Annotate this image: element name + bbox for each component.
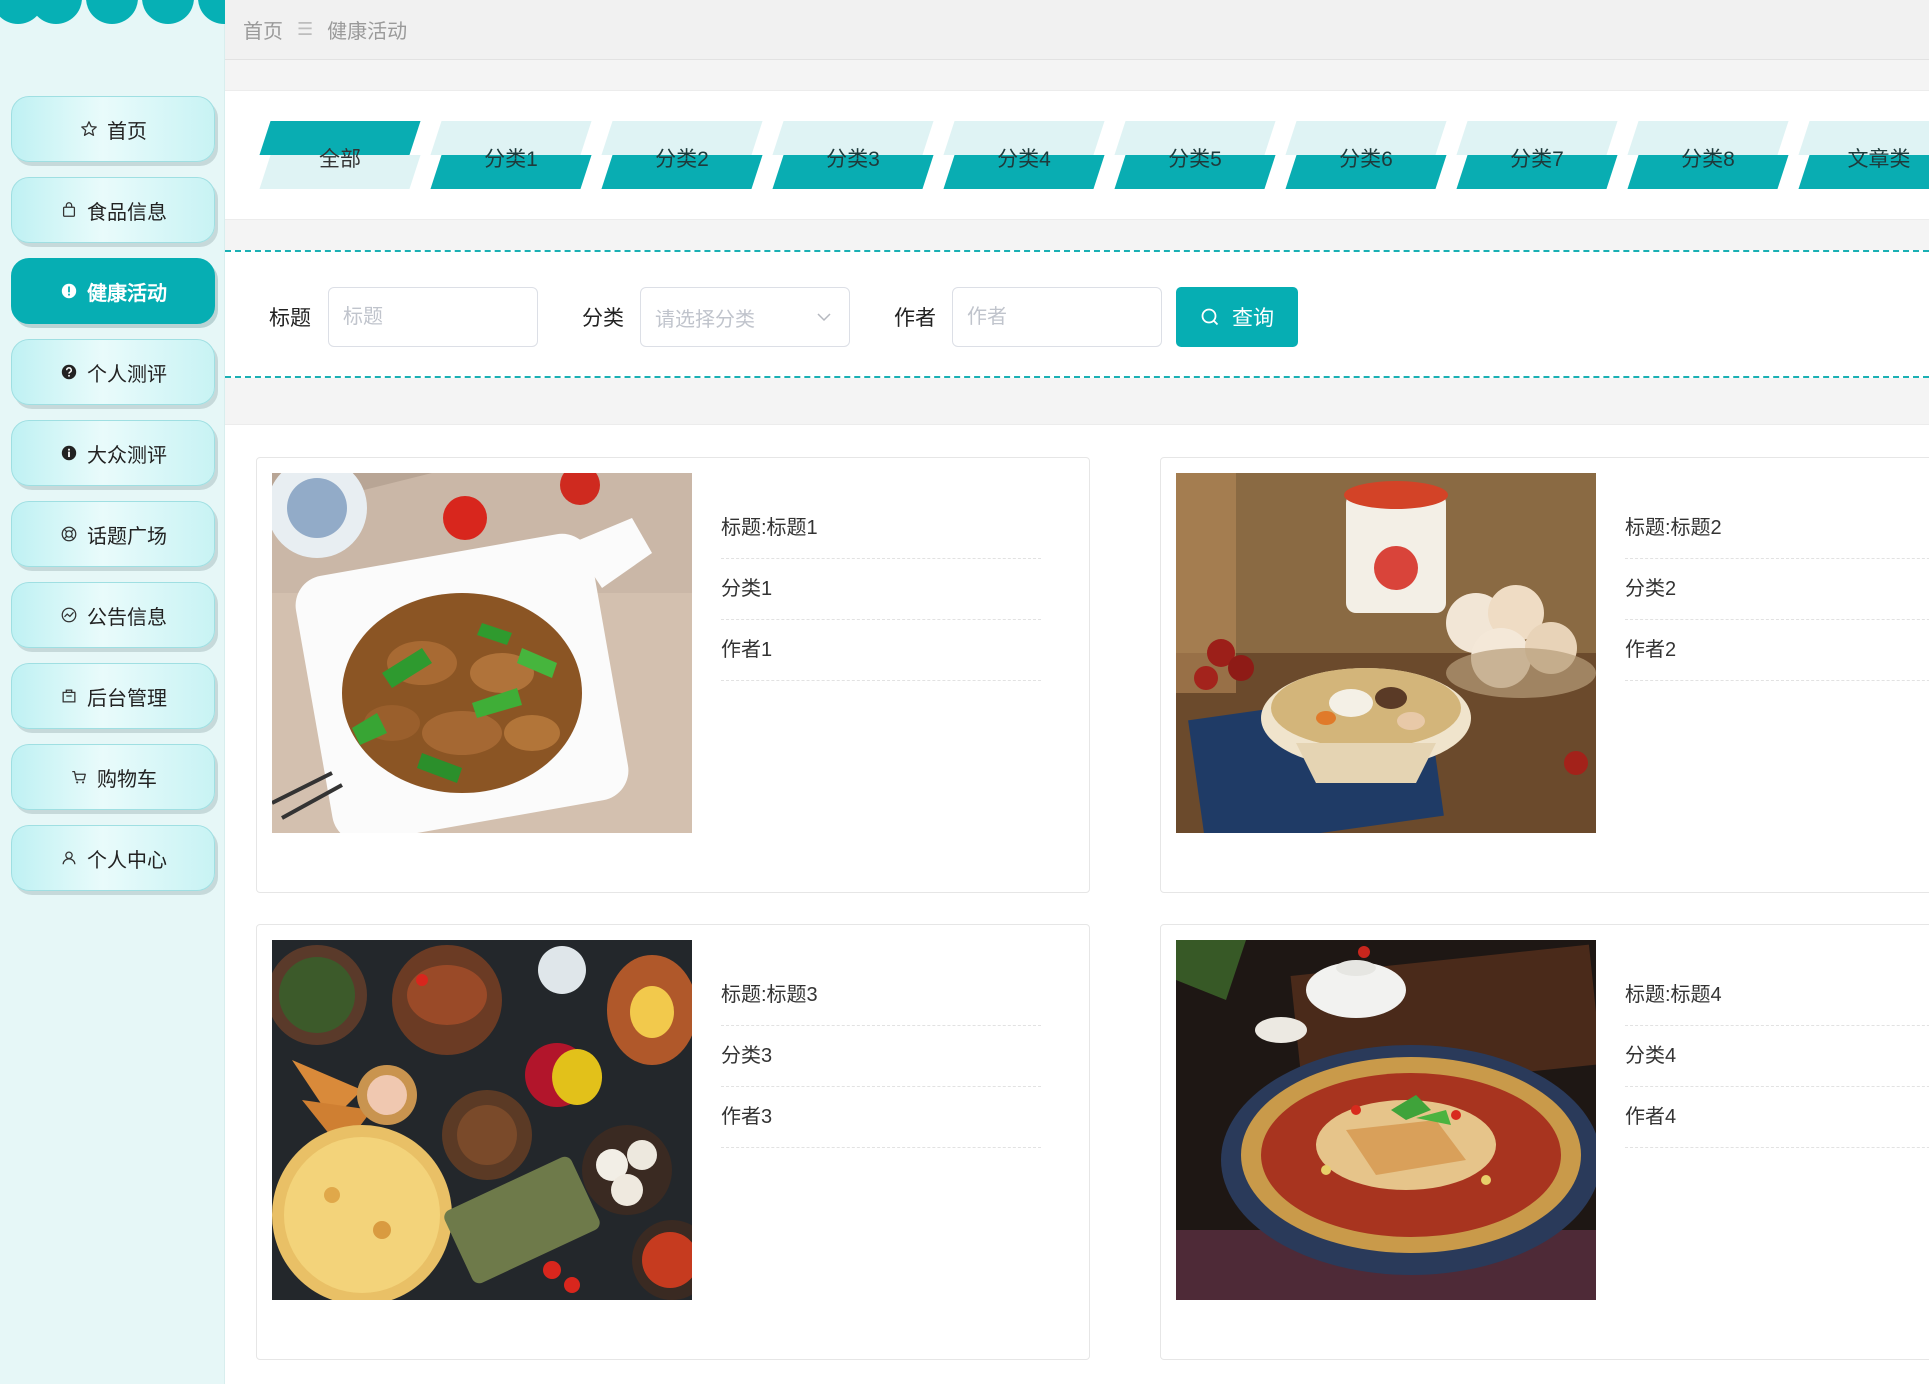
category-select[interactable]: 请选择分类 — [640, 287, 850, 347]
breadcrumb-separator: ☰ — [297, 19, 314, 39]
tab-category-6[interactable]: 分类6 — [1285, 121, 1447, 189]
tab-label: 分类5 — [1168, 148, 1222, 171]
sidebar-item-label: 健康活动 — [87, 282, 167, 305]
question-circle-icon — [59, 362, 79, 382]
tab-category-3[interactable]: 分类3 — [772, 121, 934, 189]
activity-card[interactable]: 标题:标题4 分类4 作者4 — [1160, 924, 1929, 1360]
title-label: 标题 — [269, 307, 311, 330]
sidebar-item-admin[interactable]: 后台管理 — [11, 663, 215, 729]
tab-label: 分类7 — [1510, 148, 1564, 171]
sidebar-item-public-assessment[interactable]: 大众测评 — [11, 420, 215, 486]
star-icon — [79, 119, 99, 139]
search-icon — [1200, 307, 1232, 327]
tab-all[interactable]: 全部 — [259, 121, 421, 189]
tab-label: 分类4 — [997, 148, 1051, 171]
chart-circle-icon — [59, 605, 79, 625]
sidebar-item-label: 个人中心 — [87, 849, 167, 872]
card-image[interactable] — [272, 473, 692, 833]
card-category: 分类1 — [721, 559, 1041, 620]
sidebar-item-profile[interactable]: 个人中心 — [11, 825, 215, 891]
category-tabs: 全部 分类1 分类2 分类3 分类4 分类5 分类6 分类7 分类8 文章类 — [225, 90, 1929, 220]
sidebar-item-food-info[interactable]: 食品信息 — [11, 177, 215, 243]
category-select-placeholder: 请选择分类 — [655, 308, 755, 331]
chevron-down-icon — [815, 308, 833, 326]
sidebar-item-label: 个人测评 — [87, 363, 167, 386]
info-circle-icon — [59, 443, 79, 463]
breadcrumb: 首页 ☰ 健康活动 — [225, 0, 1929, 60]
lifebuoy-icon — [59, 524, 79, 544]
tab-category-2[interactable]: 分类2 — [601, 121, 763, 189]
sidebar-item-label: 购物车 — [97, 768, 157, 791]
category-label: 分类 — [582, 307, 624, 330]
tab-label: 分类1 — [484, 148, 538, 171]
card-image[interactable] — [1176, 940, 1596, 1300]
sidebar-item-health-activities[interactable]: 健康活动 — [11, 258, 215, 324]
card-author: 作者4 — [1625, 1087, 1929, 1148]
breadcrumb-home[interactable]: 首页 — [243, 15, 283, 44]
tab-label: 分类3 — [826, 148, 880, 171]
query-button-label: 查询 — [1232, 307, 1274, 330]
activity-card[interactable]: 标题:标题3 分类3 作者3 — [256, 924, 1090, 1360]
card-image[interactable] — [1176, 473, 1596, 833]
sidebar-scallop-decoration — [0, 0, 225, 30]
user-icon — [59, 848, 79, 868]
tab-label: 分类2 — [655, 148, 709, 171]
tab-category-7[interactable]: 分类7 — [1456, 121, 1618, 189]
sidebar-item-cart[interactable]: 购物车 — [11, 744, 215, 810]
sidebar-item-label: 大众测评 — [87, 444, 167, 467]
sidebar-item-label: 公告信息 — [87, 606, 167, 629]
query-button[interactable]: 查询 — [1176, 287, 1298, 347]
activity-card[interactable]: 标题:标题2 分类2 作者2 — [1160, 457, 1929, 893]
card-title: 标题:标题3 — [721, 965, 1041, 1026]
sidebar-nav: 首页 食品信息 健康活动 个人测评 大众测评 话题广场 公告信息 后台管理 购物… — [11, 96, 215, 906]
sidebar-item-announcements[interactable]: 公告信息 — [11, 582, 215, 648]
card-title: 标题:标题2 — [1625, 498, 1929, 559]
tab-article[interactable]: 文章类 — [1798, 121, 1929, 189]
card-category: 分类3 — [721, 1026, 1041, 1087]
card-author: 作者3 — [721, 1087, 1041, 1148]
cart-icon — [69, 767, 89, 787]
search-form: 标题 分类 请选择分类 作者 查询 — [225, 250, 1929, 378]
card-title: 标题:标题4 — [1625, 965, 1929, 1026]
tab-category-8[interactable]: 分类8 — [1627, 121, 1789, 189]
sidebar-item-topic-square[interactable]: 话题广场 — [11, 501, 215, 567]
author-input[interactable] — [952, 287, 1162, 347]
tab-label: 分类6 — [1339, 148, 1393, 171]
breadcrumb-current: 健康活动 — [327, 21, 408, 43]
activity-list: 标题:标题1 分类1 作者1 标题:标题2 分类2 作者2 标题:标题3 分类3… — [225, 424, 1929, 1384]
sidebar-item-label: 话题广场 — [87, 525, 167, 548]
card-image[interactable] — [272, 940, 692, 1300]
card-author: 作者2 — [1625, 620, 1929, 681]
tab-label: 文章类 — [1847, 148, 1911, 171]
card-title: 标题:标题1 — [721, 498, 1041, 559]
tab-category-5[interactable]: 分类5 — [1114, 121, 1276, 189]
title-input[interactable] — [328, 287, 538, 347]
card-author: 作者1 — [721, 620, 1041, 681]
sidebar-item-label: 后台管理 — [87, 687, 167, 710]
sidebar-item-personal-assessment[interactable]: 个人测评 — [11, 339, 215, 405]
tab-label: 分类8 — [1681, 148, 1735, 171]
alert-circle-icon — [59, 281, 79, 301]
bag-icon — [59, 200, 79, 220]
tab-label: 全部 — [319, 148, 361, 171]
card-category: 分类4 — [1625, 1026, 1929, 1087]
sidebar: 首页 食品信息 健康活动 个人测评 大众测评 话题广场 公告信息 后台管理 购物… — [0, 0, 225, 1384]
tab-category-4[interactable]: 分类4 — [943, 121, 1105, 189]
sidebar-item-home[interactable]: 首页 — [11, 96, 215, 162]
activity-card[interactable]: 标题:标题1 分类1 作者1 — [256, 457, 1090, 893]
tab-category-1[interactable]: 分类1 — [430, 121, 592, 189]
card-category: 分类2 — [1625, 559, 1929, 620]
box-icon — [59, 686, 79, 706]
sidebar-item-label: 首页 — [107, 120, 147, 143]
author-label: 作者 — [894, 307, 936, 330]
sidebar-item-label: 食品信息 — [87, 201, 167, 224]
